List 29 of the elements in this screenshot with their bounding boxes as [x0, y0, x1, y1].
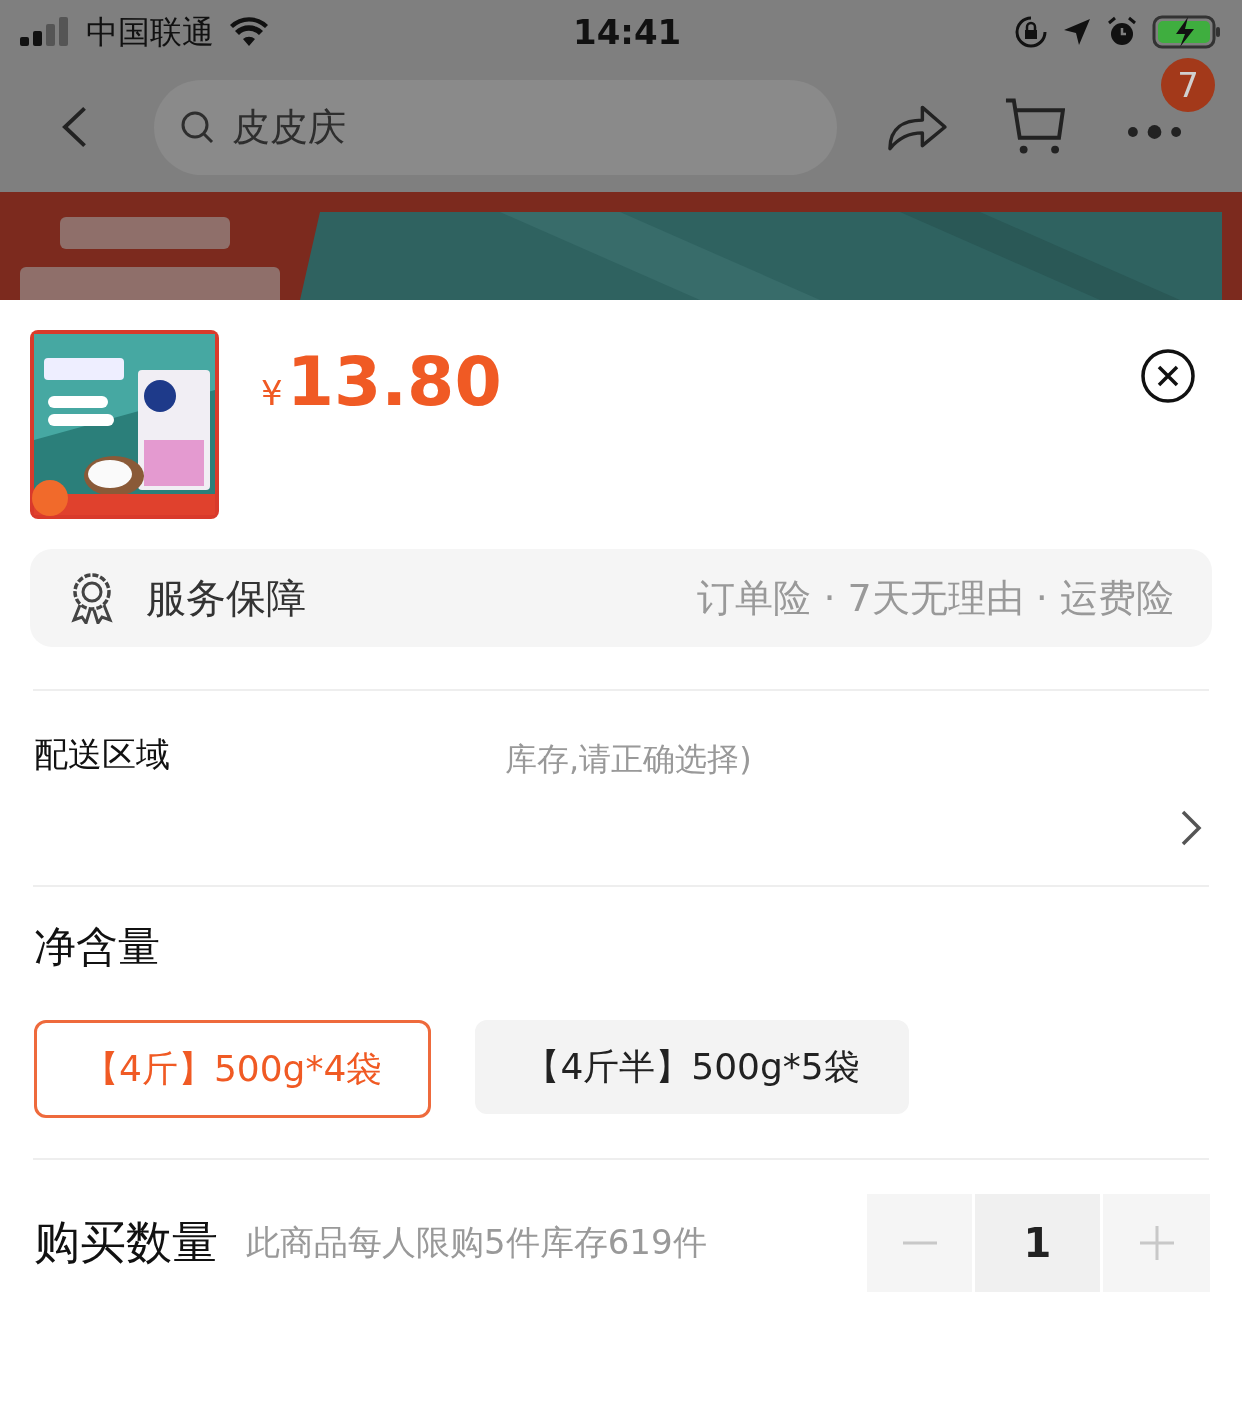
close-icon[interactable] [1140, 348, 1196, 404]
spec-title: 净含量 [34, 921, 161, 973]
quantity-value[interactable]: 1 [975, 1193, 1100, 1292]
notification-badge: 7 [1161, 58, 1215, 112]
chevron-right-icon [1180, 809, 1202, 847]
location-arrow-icon [1062, 17, 1092, 47]
service-summary: 订单险 · 7天无理由 · 运费险 [697, 574, 1174, 622]
delivery-label: 配送区域 [34, 733, 170, 776]
quantity-label: 购买数量 [34, 1214, 218, 1271]
battery-charging-icon [1152, 15, 1222, 49]
minus-icon [900, 1240, 939, 1245]
more-icon[interactable] [1127, 125, 1182, 139]
wifi-icon [230, 17, 268, 47]
plus-icon [1137, 1223, 1176, 1262]
service-panel[interactable]: 服务保障 订单险 · 7天无理由 · 运费险 [30, 549, 1212, 647]
alarm-icon [1106, 16, 1138, 48]
delivery-row[interactable]: 配送区域 库存,请正确选择) [30, 691, 1212, 885]
badge-icon [68, 572, 116, 624]
price: 13.80 [286, 348, 502, 416]
search-field[interactable]: 皮皮庆 [154, 79, 838, 175]
quantity-note: 此商品每人限购5件库存619件 [246, 1221, 707, 1264]
service-label: 服务保障 [146, 574, 306, 623]
clock-time: 14:41 [573, 10, 682, 54]
delivery-note: 库存,请正确选择) [505, 739, 752, 780]
carrier-name: 中国联通 [86, 12, 214, 53]
rotation-lock-icon [1014, 15, 1048, 49]
currency-symbol: ¥ [261, 372, 283, 415]
spec-option[interactable]: 【4斤半】500g*5袋 [475, 1019, 909, 1114]
search-icon [180, 110, 215, 144]
